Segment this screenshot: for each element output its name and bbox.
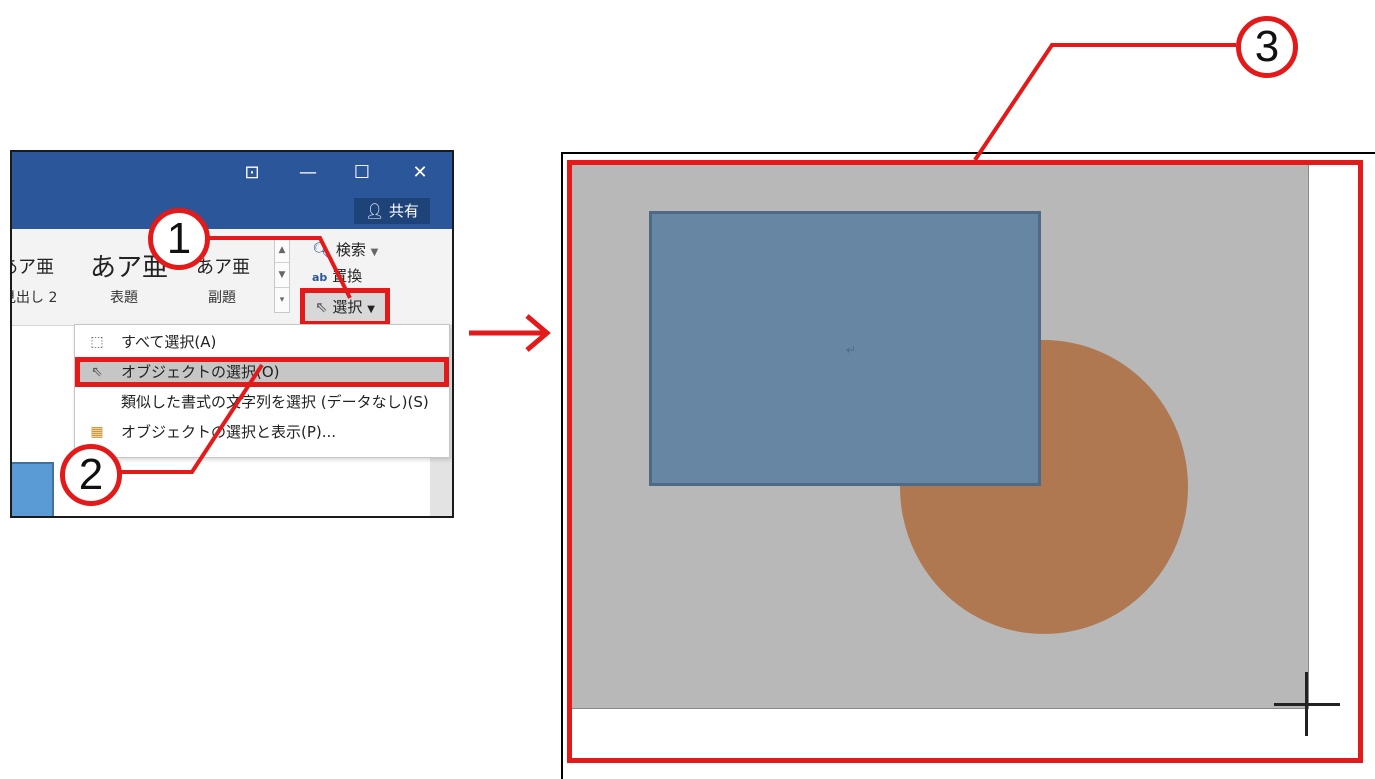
select-label: 選択	[332, 298, 363, 316]
menu-item-label: オブジェクトの選択と表示(P)...	[121, 423, 337, 441]
menu-item-select-all[interactable]: ⬚ すべて選択(A)	[75, 327, 449, 357]
select-all-icon: ⬚	[90, 334, 104, 350]
select-dropdown-menu: ⬚ すべて選択(A) ⇖ オブジェクトの選択(O) 類似した書式の文字列を選択 …	[74, 324, 450, 458]
styles-gallery-scroll[interactable]: ▲ ▼ ▾	[274, 237, 290, 313]
close-button[interactable]: ✕	[400, 158, 440, 188]
style-name-subtitle[interactable]: 副題	[208, 287, 236, 307]
menu-item-label: すべて選択(A)	[121, 333, 217, 351]
replace-button[interactable]: ab 置換	[312, 265, 362, 286]
callout-1: 1	[148, 208, 210, 270]
gallery-down-icon[interactable]: ▼	[275, 263, 289, 288]
menu-item-selection-pane[interactable]: ▦ オブジェクトの選択と表示(P)...	[75, 417, 449, 447]
search-icon: 🔍︎	[312, 241, 332, 259]
chevron-down-icon: ▼	[367, 304, 375, 315]
replace-label: 置換	[332, 267, 363, 285]
find-button[interactable]: 🔍︎ 検索 ▼	[312, 239, 378, 260]
share-button[interactable]: 👤︎ 共有	[354, 198, 430, 224]
ribbon-display-options-icon[interactable]: ⊡	[232, 158, 272, 188]
menu-item-select-similar[interactable]: 類似した書式の文字列を選択 (データなし)(S)	[75, 387, 449, 417]
right-arrow-icon	[469, 314, 551, 352]
style-name-heading2[interactable]: 見出し 2	[12, 287, 57, 307]
style-sample-heading2[interactable]: あア亜	[12, 253, 54, 279]
cursor-arrow-icon: ⇖	[91, 364, 103, 380]
cursor-arrow-icon: ⇖	[315, 298, 328, 316]
selection-drag-area	[567, 160, 1363, 763]
find-label: 検索	[335, 241, 366, 259]
person-add-icon: 👤︎	[365, 202, 385, 220]
chevron-down-icon: ▼	[370, 247, 379, 258]
document-shape[interactable]	[12, 462, 54, 516]
menu-item-label: オブジェクトの選択(O)	[121, 363, 280, 381]
title-bar: ⊡ — ☐ ✕ 👤︎ 共有	[12, 152, 452, 229]
menu-item-select-objects[interactable]: ⇖ オブジェクトの選択(O)	[75, 357, 449, 387]
select-button[interactable]: ⇖ 選択 ▼	[300, 288, 390, 326]
callout-3: 3	[1236, 16, 1298, 78]
menu-item-label: 類似した書式の文字列を選択 (データなし)(S)	[121, 393, 429, 411]
style-name-title[interactable]: 表題	[110, 287, 138, 307]
gallery-more-icon[interactable]: ▾	[275, 288, 289, 312]
maximize-button[interactable]: ☐	[342, 158, 382, 188]
minimize-button[interactable]: —	[288, 158, 328, 188]
callout-2: 2	[60, 444, 122, 506]
replace-icon: ab	[312, 271, 328, 284]
selection-pane-icon: ▦	[90, 424, 104, 440]
share-label: 共有	[388, 202, 419, 220]
gallery-up-icon[interactable]: ▲	[275, 238, 289, 263]
